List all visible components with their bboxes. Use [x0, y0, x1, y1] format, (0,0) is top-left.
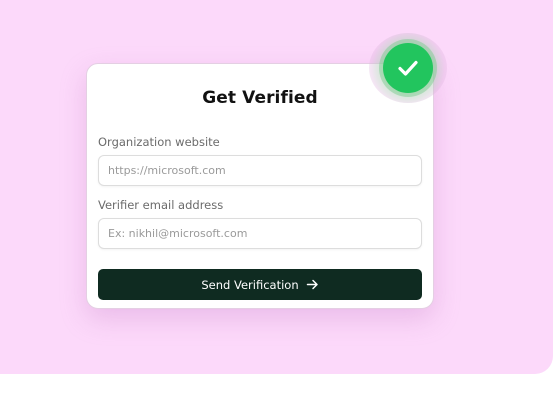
- verified-badge: [368, 33, 448, 103]
- organization-website-input[interactable]: [98, 155, 422, 186]
- verifier-email-label: Verifier email address: [98, 198, 224, 212]
- arrow-right-icon: [306, 278, 319, 291]
- verifier-email-input[interactable]: [98, 218, 422, 249]
- checkmark-icon: [383, 43, 433, 93]
- organization-website-label: Organization website: [98, 135, 220, 149]
- send-verification-button[interactable]: Send Verification: [98, 269, 422, 300]
- send-verification-label: Send Verification: [201, 277, 299, 292]
